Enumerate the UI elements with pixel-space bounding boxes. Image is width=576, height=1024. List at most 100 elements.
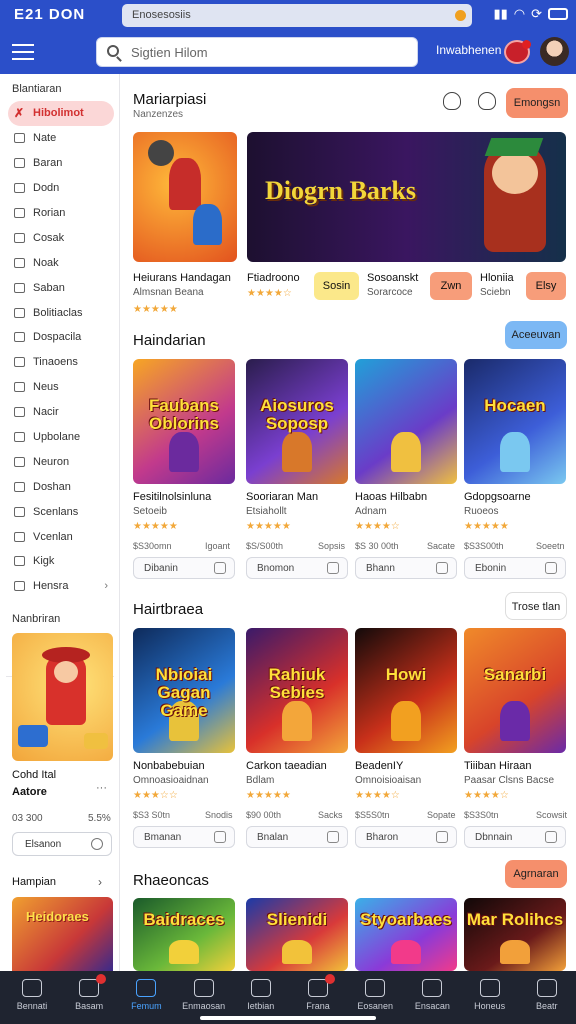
game-button[interactable]: Bnalan: [246, 826, 348, 848]
nav-item[interactable]: Basam: [60, 971, 118, 1024]
sidebar-item[interactable]: Saban: [8, 275, 114, 300]
section-title: Haindarian: [133, 332, 206, 349]
featured-thumb[interactable]: [133, 132, 237, 262]
sidebar-item-label: Neus: [33, 381, 59, 394]
game-subtitle: Setoeib: [133, 506, 167, 517]
profile-icon[interactable]: [478, 92, 496, 110]
sidebar-item[interactable]: Neuron: [8, 449, 114, 474]
sidebar-item-label: Scenlans: [33, 505, 79, 518]
game-thumb[interactable]: Mar Rolihcs: [464, 898, 566, 971]
game-thumb[interactable]: Howi: [355, 628, 457, 753]
promo-image[interactable]: [12, 633, 113, 761]
user-icon[interactable]: [443, 92, 461, 110]
nav-icon: [136, 979, 157, 997]
game-price: $S 30 00th: [355, 541, 399, 551]
sidebar-item[interactable]: Vcenlan: [8, 524, 114, 549]
game-button[interactable]: Bhann: [355, 557, 457, 579]
sidebar-item-label: Cosak: [33, 231, 65, 244]
game-button[interactable]: Ebonin: [464, 557, 566, 579]
featured-card-button[interactable]: Sosin: [314, 272, 359, 300]
action-icon: [214, 562, 226, 574]
section-button[interactable]: Aceeuvan: [505, 321, 567, 349]
game-button[interactable]: Bharon: [355, 826, 457, 848]
nav-item[interactable]: Bennati: [3, 971, 61, 1024]
sidebar-item[interactable]: Doshan: [8, 474, 114, 499]
game-percent: Igoant: [205, 541, 231, 551]
game-button[interactable]: Bmanan: [133, 826, 235, 848]
game-thumb[interactable]: Slienidi: [246, 898, 348, 971]
nav-item[interactable]: Honeus: [461, 971, 519, 1024]
featured-button[interactable]: Emongsn: [506, 88, 568, 118]
menu-item-icon: [14, 307, 25, 318]
featured-card-button[interactable]: Zwn: [430, 272, 472, 300]
sidebar-item[interactable]: Dospacila: [8, 325, 114, 350]
nav-item[interactable]: Beatr: [518, 971, 576, 1024]
nav-icon: [250, 979, 271, 997]
sidebar-item[interactable]: Bolitiaclas: [8, 300, 114, 325]
game-art-title: Rahiuk Sebies: [268, 664, 326, 702]
game-percent: Sopsis: [318, 541, 346, 551]
battery-icon: [548, 8, 568, 20]
search-box[interactable]: [96, 37, 418, 67]
sidebar-item[interactable]: Neus: [8, 375, 114, 400]
site-icon: [455, 10, 466, 21]
url-bar[interactable]: Enosesosiis: [122, 4, 472, 27]
sidebar-item[interactable]: Upbolane: [8, 425, 114, 450]
game-button[interactable]: Dibanin: [133, 557, 235, 579]
top-link[interactable]: Inwabhenen: [436, 43, 501, 57]
sidebar-thumb[interactable]: Heidoraes: [12, 897, 113, 971]
game-title: BeadenIY: [355, 760, 404, 772]
nav-item[interactable]: Femum: [117, 971, 175, 1024]
search-input[interactable]: [131, 43, 401, 61]
chevron-right-icon[interactable]: ›: [98, 875, 102, 889]
section-button[interactable]: Agrnaran: [505, 860, 567, 888]
more-icon[interactable]: ···: [96, 782, 107, 794]
promo-percent: 5.5%: [88, 813, 111, 824]
game-thumb[interactable]: Hocaen: [464, 359, 566, 484]
action-icon: [327, 831, 339, 843]
game-thumb[interactable]: Nbioiai Gagan Game: [133, 628, 235, 753]
play-icon: [91, 838, 103, 850]
character-figure: [499, 700, 531, 741]
sidebar-item-label: Nate: [33, 132, 57, 145]
game-thumb[interactable]: Faubans Oblorins: [133, 359, 235, 484]
sidebar-item[interactable]: Hensra ›: [8, 574, 114, 599]
rating-stars: ★★★★★: [133, 521, 178, 532]
game-thumb[interactable]: Aiosuros Soposp: [246, 359, 348, 484]
sidebar-item[interactable]: Scenlans: [8, 499, 114, 524]
rating-stars: ★★★★★: [464, 521, 509, 532]
status-icons: ▮▮ ◠ ⟳: [493, 6, 568, 22]
sidebar-item[interactable]: Cosak: [8, 225, 114, 250]
game-thumb[interactable]: Sanarbi: [464, 628, 566, 753]
section-button[interactable]: Trose tlan: [505, 592, 567, 620]
game-thumb[interactable]: Styoarbaes: [355, 898, 457, 971]
nav-label: Frana: [306, 1001, 330, 1011]
featured-banner[interactable]: Diogrn Barks: [247, 132, 566, 262]
sidebar-item[interactable]: Nate: [8, 126, 114, 151]
menu-item-icon: [14, 432, 25, 443]
sidebar-item-label: Doshan: [33, 480, 71, 493]
game-button[interactable]: Dbnnain: [464, 826, 566, 848]
sidebar-more-heading[interactable]: Hampian: [12, 876, 56, 888]
sidebar-item[interactable]: Noak: [8, 250, 114, 275]
sidebar-item-label: Saban: [33, 281, 65, 294]
sidebar-item[interactable]: Baran: [8, 151, 114, 176]
notification-icon[interactable]: [504, 40, 531, 64]
nav-item[interactable]: Ensacan: [403, 971, 461, 1024]
sidebar-item[interactable]: ✗ Hibolimot: [8, 101, 114, 126]
featured-card-button[interactable]: Elsy: [526, 272, 566, 300]
sidebar-item[interactable]: Kigk: [8, 549, 114, 574]
promo-button[interactable]: Elsanon: [12, 832, 112, 856]
sidebar-item[interactable]: Tinaoens: [8, 350, 114, 375]
game-thumb[interactable]: Rahiuk Sebies: [246, 628, 348, 753]
avatar[interactable]: [540, 37, 569, 66]
game-thumb[interactable]: Baidraces: [133, 898, 235, 971]
sidebar-item[interactable]: Rorian: [8, 201, 114, 226]
sidebar-item-label: Upbolane: [33, 431, 81, 444]
sidebar-item[interactable]: Nacir: [8, 400, 114, 425]
game-thumb[interactable]: [355, 359, 457, 484]
game-button[interactable]: Bnomon: [246, 557, 348, 579]
menu-icon[interactable]: [12, 44, 34, 60]
menu-item-icon: [14, 481, 25, 492]
sidebar-item[interactable]: Dodn: [8, 176, 114, 201]
